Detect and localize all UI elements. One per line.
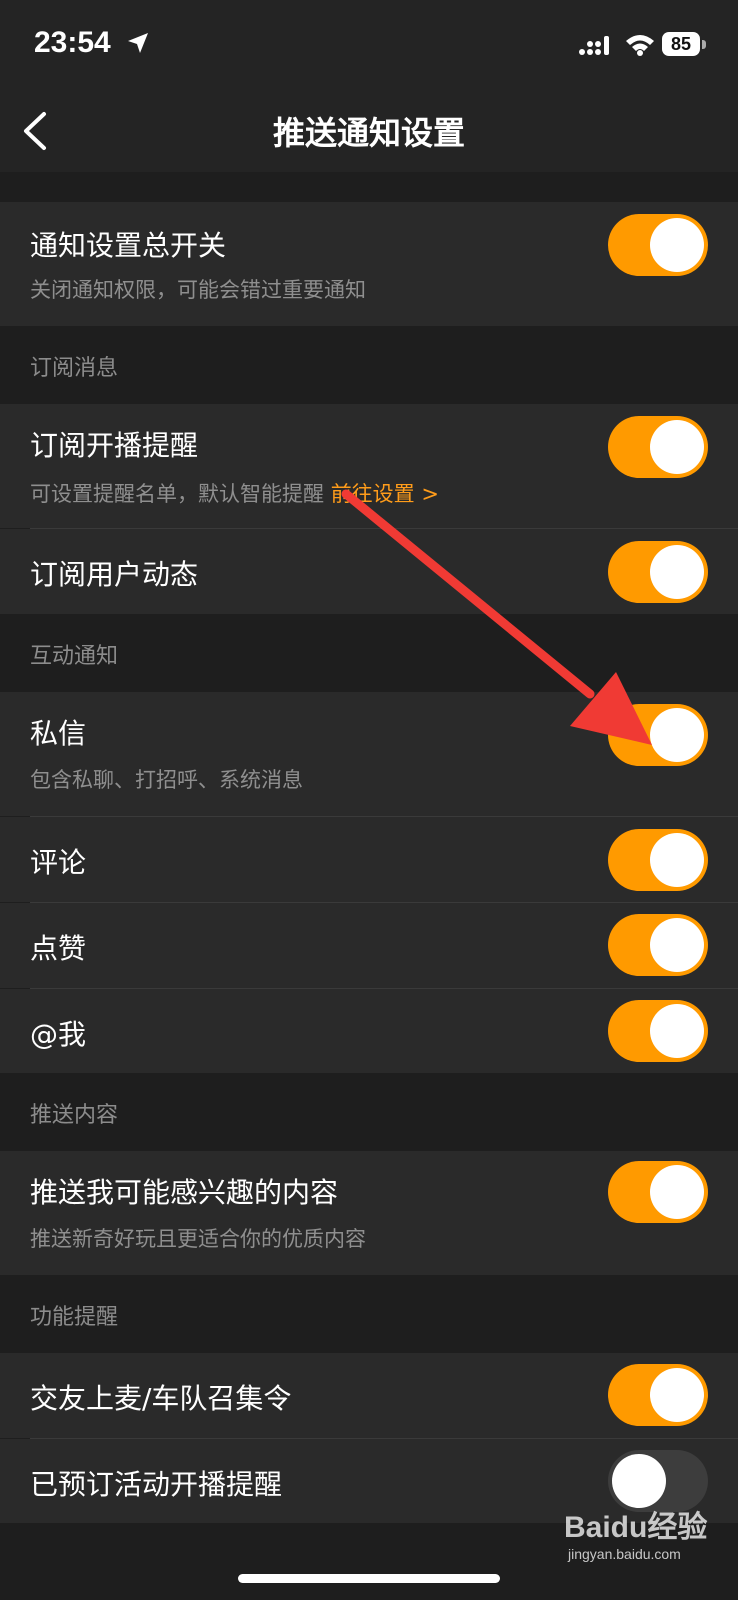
user-feed-toggle[interactable] [608, 541, 708, 603]
mention-toggle[interactable] [608, 1000, 708, 1062]
goto-settings-link[interactable]: 前往设置 > [331, 482, 439, 506]
row-title: 订阅开播提醒 [30, 429, 199, 462]
row-subtitle: 包含私聊、打招呼、系统消息 [30, 768, 303, 792]
signal-icon [579, 36, 609, 55]
toggle-knob [650, 218, 704, 272]
toggle-knob [612, 1454, 666, 1508]
toggle-knob [650, 545, 704, 599]
mention-row: @我 [0, 989, 738, 1073]
row-subtitle: 推送新奇好玩且更适合你的优质内容 [30, 1227, 366, 1251]
section-label: 订阅消息 [30, 356, 119, 381]
status-bar: 23:54 85 [0, 0, 738, 88]
mic-call-toggle[interactable] [608, 1364, 708, 1426]
row-title: 通知设置总开关 [30, 229, 227, 262]
home-indicator[interactable] [238, 1574, 500, 1583]
private-message-row: 私信 包含私聊、打招呼、系统消息 [0, 692, 738, 816]
like-toggle[interactable] [608, 914, 708, 976]
row-subtitle: 可设置提醒名单，默认智能提醒 前往设置 > [30, 478, 439, 508]
row-title: 点赞 [30, 932, 87, 965]
section-header-subscribe: 订阅消息 [0, 326, 738, 404]
master-toggle[interactable] [608, 214, 708, 276]
toggle-knob [650, 1165, 704, 1219]
status-time: 23:54 [34, 26, 111, 59]
toggle-knob [650, 1368, 704, 1422]
toggle-knob [650, 1004, 704, 1058]
master-switch-row: 通知设置总开关 关闭通知权限，可能会错过重要通知 [0, 202, 738, 326]
row-title: 已预订活动开播提醒 [30, 1468, 283, 1501]
row-title: 推送我可能感兴趣的内容 [30, 1176, 339, 1209]
toggle-knob [650, 420, 704, 474]
baidu-watermark: Baidu经验 jingyan.baidu.com [564, 1502, 714, 1572]
row-title: 订阅用户动态 [30, 558, 199, 591]
toggle-knob [650, 833, 704, 887]
section-label: 推送内容 [30, 1103, 119, 1128]
mic-call-row: 交友上麦/车队召集令 [0, 1353, 738, 1438]
row-title: 评论 [30, 846, 87, 879]
interest-content-toggle[interactable] [608, 1161, 708, 1223]
section-label: 互动通知 [30, 644, 119, 669]
section-header-feature: 功能提醒 [0, 1275, 738, 1353]
like-row: 点赞 [0, 903, 738, 988]
wifi-icon [626, 35, 654, 56]
row-title: 交友上麦/车队召集令 [30, 1382, 292, 1415]
section-header-interact: 互动通知 [0, 614, 738, 692]
section-label: 功能提醒 [30, 1305, 119, 1330]
page-title: 推送通知设置 [272, 114, 465, 152]
private-message-toggle[interactable] [608, 704, 708, 766]
row-title: 私信 [30, 717, 87, 750]
nav-bar: 推送通知设置 [0, 88, 738, 172]
toggle-knob [650, 708, 704, 762]
battery-indicator: 85 [662, 32, 706, 58]
interest-content-row: 推送我可能感兴趣的内容 推送新奇好玩且更适合你的优质内容 [0, 1151, 738, 1275]
row-subtitle-text: 可设置提醒名单，默认智能提醒 [30, 482, 324, 506]
live-remind-toggle[interactable] [608, 416, 708, 478]
user-feed-row: 订阅用户动态 [0, 529, 738, 614]
toggle-knob [650, 918, 704, 972]
location-arrow-icon [128, 33, 148, 53]
watermark-brand: Baidu经验 [564, 1511, 708, 1544]
row-title: @我 [30, 1018, 87, 1051]
section-header-push-content: 推送内容 [0, 1073, 738, 1151]
row-subtitle: 关闭通知权限，可能会错过重要通知 [30, 278, 366, 302]
comment-row: 评论 [0, 817, 738, 902]
live-remind-row: 订阅开播提醒 可设置提醒名单，默认智能提醒 前往设置 > [0, 404, 738, 528]
battery-level: 85 [662, 32, 700, 56]
comment-toggle[interactable] [608, 829, 708, 891]
watermark-domain: jingyan.baidu.com [568, 1546, 681, 1562]
battery-nub [702, 40, 706, 49]
